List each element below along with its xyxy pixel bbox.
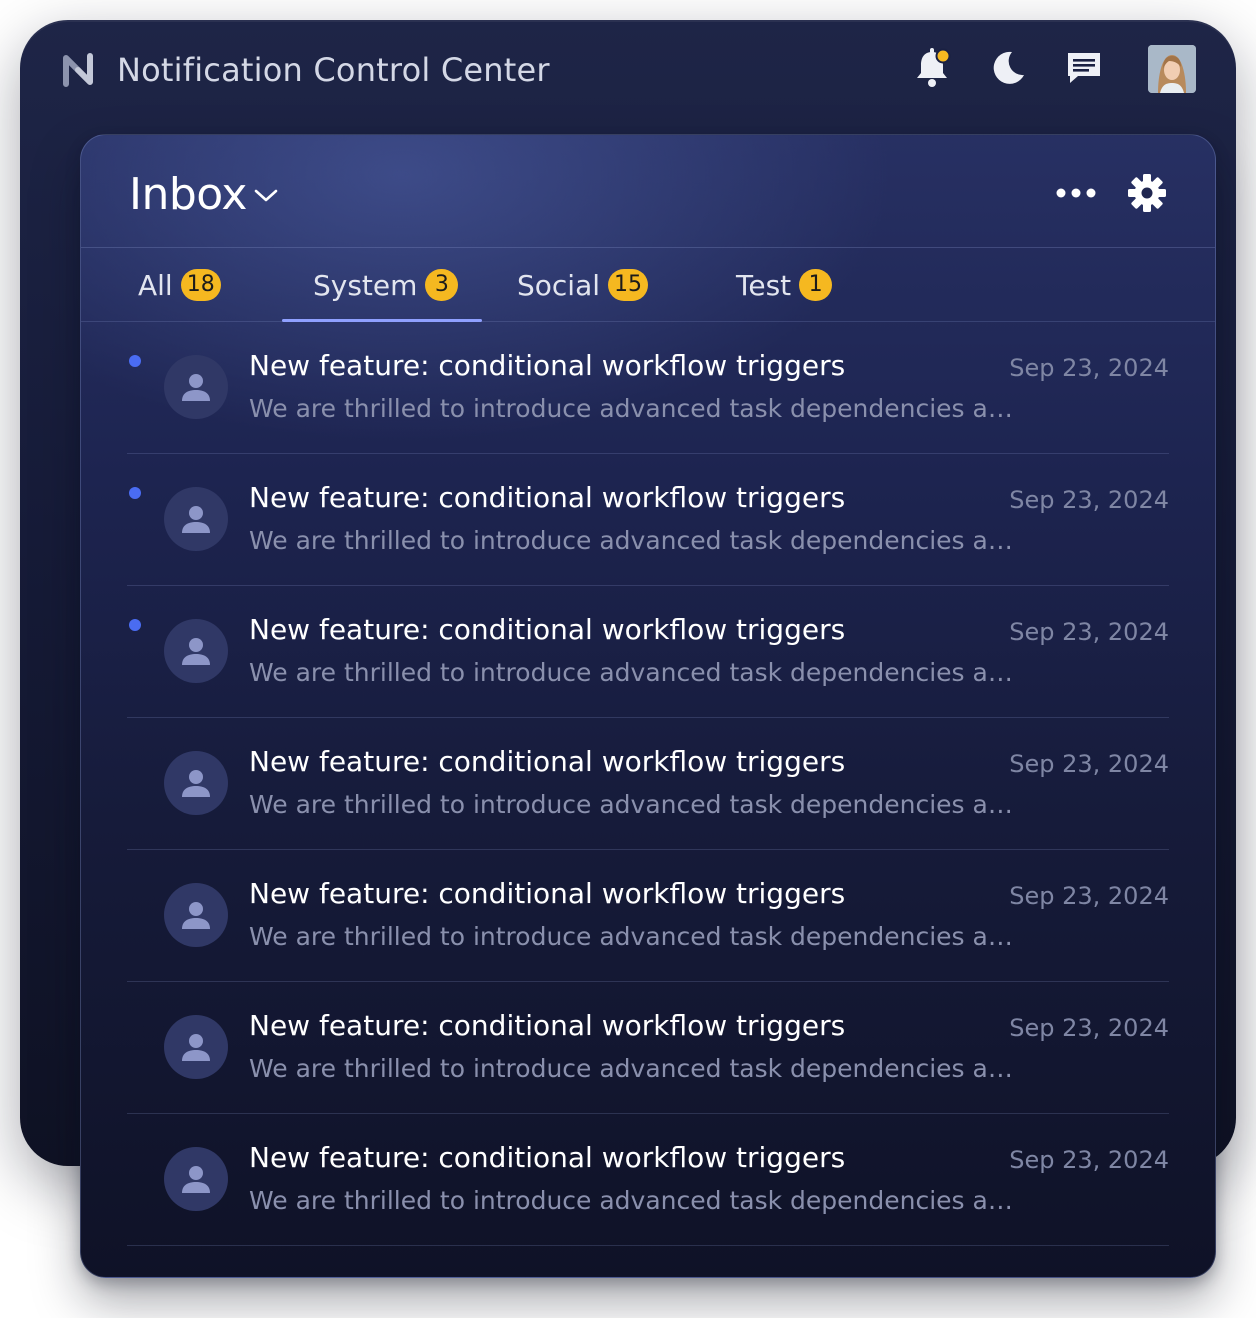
unread-dot bbox=[129, 619, 141, 631]
notification-item[interactable]: New feature: conditional workflow trigge… bbox=[127, 454, 1169, 586]
user-icon bbox=[182, 374, 210, 401]
notification-date: Sep 23, 2024 bbox=[1009, 750, 1169, 778]
user-icon bbox=[182, 1034, 210, 1061]
notification-preview: We are thrilled to introduce advanced ta… bbox=[249, 658, 1024, 687]
inbox-title[interactable]: Inbox bbox=[129, 169, 247, 221]
notification-item[interactable]: New feature: conditional workflow trigge… bbox=[127, 850, 1169, 982]
notifications-button[interactable] bbox=[910, 46, 954, 90]
notification-date: Sep 23, 2024 bbox=[1009, 1146, 1169, 1174]
notification-item[interactable]: New feature: conditional workflow trigge… bbox=[127, 1114, 1169, 1246]
count-badge: 18 bbox=[180, 269, 221, 301]
tab-label: System bbox=[313, 268, 418, 302]
message-icon bbox=[1068, 53, 1100, 83]
tab-label: All bbox=[138, 268, 173, 302]
inbox-panel: Inbox All 18 System 3 Social 15 Test 1 N… bbox=[80, 134, 1216, 1278]
avatar bbox=[164, 487, 228, 551]
notification-date: Sep 23, 2024 bbox=[1009, 486, 1169, 514]
notification-item[interactable]: New feature: conditional workflow trigge… bbox=[127, 586, 1169, 718]
app-window: Notification Control Center Inbox All 18… bbox=[20, 20, 1236, 1278]
top-bar: Notification Control Center bbox=[20, 20, 1236, 120]
count-badge: 1 bbox=[799, 269, 833, 301]
avatar bbox=[164, 1147, 228, 1211]
user-photo bbox=[1148, 45, 1196, 93]
logo-icon bbox=[63, 53, 93, 87]
notification-title: New feature: conditional workflow trigge… bbox=[249, 1009, 846, 1042]
bell-icon bbox=[917, 48, 951, 87]
notification-item[interactable]: New feature: conditional workflow trigge… bbox=[127, 982, 1169, 1114]
user-avatar[interactable] bbox=[1148, 45, 1196, 93]
notification-title: New feature: conditional workflow trigge… bbox=[249, 877, 846, 910]
tab-test[interactable]: Test 1 bbox=[736, 248, 833, 322]
chevron-down-icon[interactable] bbox=[253, 185, 279, 205]
notification-title: New feature: conditional workflow trigge… bbox=[249, 349, 846, 382]
notification-preview: We are thrilled to introduce advanced ta… bbox=[249, 922, 1024, 951]
more-options-icon[interactable] bbox=[1049, 175, 1103, 211]
notification-item[interactable]: New feature: conditional workflow trigge… bbox=[127, 322, 1169, 454]
avatar bbox=[164, 883, 228, 947]
user-icon bbox=[182, 1166, 210, 1193]
app-title: Notification Control Center bbox=[117, 51, 550, 89]
avatar bbox=[164, 355, 228, 419]
tab-label: Social bbox=[517, 268, 601, 302]
notification-preview: We are thrilled to introduce advanced ta… bbox=[249, 526, 1024, 555]
user-icon bbox=[182, 638, 210, 665]
notification-title: New feature: conditional workflow trigge… bbox=[249, 613, 846, 646]
inbox-header: Inbox bbox=[81, 135, 1215, 248]
notification-preview: We are thrilled to introduce advanced ta… bbox=[249, 394, 1024, 423]
notification-item[interactable]: New feature: conditional workflow trigge… bbox=[127, 718, 1169, 850]
inbox-tabs: All 18 System 3 Social 15 Test 1 bbox=[81, 248, 1215, 322]
notification-date: Sep 23, 2024 bbox=[1009, 618, 1169, 646]
avatar bbox=[164, 751, 228, 815]
tab-system[interactable]: System 3 bbox=[313, 248, 459, 322]
unread-dot bbox=[129, 487, 141, 499]
notification-date: Sep 23, 2024 bbox=[1009, 354, 1169, 382]
notification-title: New feature: conditional workflow trigge… bbox=[249, 745, 846, 778]
notification-title: New feature: conditional workflow trigge… bbox=[249, 1141, 846, 1174]
notification-date: Sep 23, 2024 bbox=[1009, 882, 1169, 910]
notification-preview: We are thrilled to introduce advanced ta… bbox=[249, 1054, 1024, 1083]
user-icon bbox=[182, 770, 210, 797]
gear-icon[interactable] bbox=[1125, 171, 1169, 215]
avatar bbox=[164, 1015, 228, 1079]
tab-all[interactable]: All 18 bbox=[138, 248, 221, 322]
notification-preview: We are thrilled to introduce advanced ta… bbox=[249, 790, 1024, 819]
unread-dot bbox=[129, 355, 141, 367]
avatar bbox=[164, 619, 228, 683]
notification-title: New feature: conditional workflow trigge… bbox=[249, 481, 846, 514]
dark-mode-toggle[interactable] bbox=[986, 46, 1030, 90]
moon-icon bbox=[993, 51, 1024, 84]
tab-social[interactable]: Social 15 bbox=[517, 248, 649, 322]
user-icon bbox=[182, 902, 210, 929]
tab-label: Test bbox=[736, 268, 792, 302]
notification-list: New feature: conditional workflow trigge… bbox=[127, 322, 1169, 1246]
user-icon bbox=[182, 506, 210, 533]
notification-preview: We are thrilled to introduce advanced ta… bbox=[249, 1186, 1024, 1215]
count-badge: 15 bbox=[608, 269, 649, 301]
messages-button[interactable] bbox=[1062, 46, 1106, 90]
notification-date: Sep 23, 2024 bbox=[1009, 1014, 1169, 1042]
count-badge: 3 bbox=[425, 269, 459, 301]
